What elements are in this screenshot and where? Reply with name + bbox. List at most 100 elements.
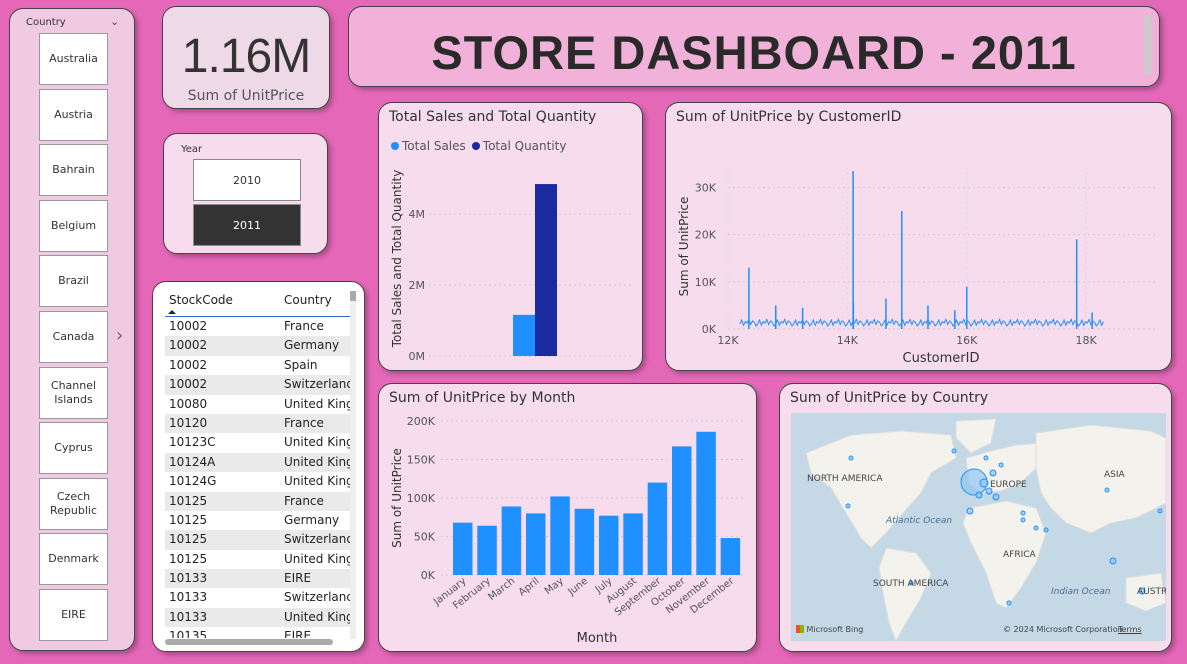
table-row[interactable]: 10125 France [165, 491, 350, 511]
y-tick-label: 10K [695, 276, 717, 289]
chart-title: Sum of UnitPrice by Country [790, 390, 989, 406]
horizontal-scrollbar[interactable] [165, 639, 333, 645]
cell-stockcode: 10002 [169, 319, 208, 333]
cell-country: Spain [284, 357, 318, 372]
column-header-country[interactable]: Country [284, 290, 350, 316]
x-tick-label: May [543, 576, 566, 597]
map-label-indian: Indian Ocean [1051, 587, 1111, 597]
table-row[interactable]: 10123C United Kingdom [165, 433, 350, 452]
cell-country: EIRE [284, 571, 312, 586]
table-row[interactable]: 10002 Switzerland [165, 375, 350, 395]
world-map[interactable]: NORTH AMERICA EUROPE ASIA AFRICA SOUTH A… [791, 413, 1166, 641]
cell-stockcode: 10002 [169, 338, 208, 353]
bar-april [526, 513, 546, 575]
table-row[interactable]: 10080 United Kingdom [165, 395, 350, 414]
cell-country: United Kingdom [284, 454, 350, 469]
cell-country: France [284, 415, 324, 430]
map-label-australia: AUSTR [1137, 587, 1166, 597]
cell-country: France [284, 493, 324, 508]
country-option[interactable]: Austria [39, 88, 108, 141]
kpi-value: 1.16M [181, 30, 311, 83]
cell-country: United Kingdom [284, 474, 350, 489]
table-row[interactable]: 10125 Switzerland [165, 530, 350, 550]
table-row[interactable]: 10002 France [165, 317, 350, 336]
cell-stockcode: 10123C [169, 435, 216, 450]
bar-february [477, 525, 497, 575]
y-axis-label: Sum of UnitPrice [677, 197, 691, 297]
year-slicer-header: Year [181, 144, 203, 155]
country-option[interactable]: Bahrain [39, 144, 108, 197]
cell-country: United Kingdom [284, 396, 350, 411]
cell-stockcode: 10080 [169, 396, 208, 411]
country-option[interactable]: Czech Republic [39, 477, 108, 530]
kpi-card: 1.16M Sum of UnitPrice [162, 6, 330, 109]
x-axis-label: Month [577, 631, 618, 646]
cell-country: Germany [284, 512, 340, 527]
table-row[interactable]: 10120 France [165, 413, 350, 434]
table-row[interactable]: 10124A United Kingdom [165, 452, 350, 473]
country-option[interactable]: Belgium [39, 199, 108, 252]
y-axis-label: Sum of UnitPrice [390, 448, 404, 548]
table-row[interactable]: 10002 Germany [165, 336, 350, 356]
map-label-south-america: SOUTH AMERICA [873, 579, 949, 589]
year-option-2011[interactable]: 2011 [193, 204, 301, 246]
map-terms-link[interactable]: Terms [1118, 625, 1142, 634]
country-option[interactable]: Canada [39, 311, 108, 363]
table-row[interactable]: 10133 EIRE [165, 569, 350, 589]
y-tick-label: 150K [407, 454, 436, 467]
map-label-europe: EUROPE [990, 480, 1027, 490]
table-body: StockCode Country 10002 France 10002 German… [165, 290, 350, 638]
cell-stockcode: 10133 [169, 609, 208, 624]
country-option[interactable]: Channel Islands [39, 366, 108, 419]
table-row[interactable]: 10135 EIRE [165, 627, 350, 638]
y-tick-label: 0M [409, 350, 426, 363]
title-scrollbar[interactable] [1144, 15, 1151, 75]
table-row[interactable]: 10124G United Kingdom [165, 472, 350, 491]
bar-total-sales [513, 314, 535, 356]
x-tick-label: June [566, 576, 591, 599]
country-option[interactable]: Denmark [39, 533, 108, 586]
year-slicer: Year 2010 2011 [163, 133, 328, 254]
y-tick-label: 30K [695, 182, 717, 195]
cell-stockcode: 10125 [169, 551, 208, 566]
title-banner: STORE DASHBOARD - 2011 [348, 6, 1160, 87]
bar-august [623, 513, 643, 575]
table-row[interactable]: 10125 United Kingdom [165, 550, 350, 569]
sort-ascending-icon [168, 310, 176, 314]
x-tick-label: 16K [956, 334, 978, 347]
cell-stockcode: 10120 [169, 415, 208, 430]
cell-stockcode: 10133 [169, 590, 208, 605]
map-label-asia: ASIA [1104, 470, 1125, 480]
table-row[interactable]: 10133 Switzerland [165, 588, 350, 607]
y-tick-label: 4M [409, 208, 426, 221]
year-option-2010[interactable]: 2010 [193, 159, 301, 201]
cell-country: Switzerland [284, 377, 350, 392]
x-tick-label: 14K [837, 334, 859, 347]
cell-stockcode: 10125 [169, 493, 208, 508]
x-axis-label: CustomerID [903, 351, 980, 366]
vertical-scrollbar[interactable] [350, 291, 356, 639]
scroll-thumb[interactable] [350, 291, 356, 301]
customer-unitprice-chart: Sum of UnitPrice by CustomerID 0K 10K 20K 3… [665, 102, 1172, 371]
table-row[interactable]: 10002 Spain [165, 356, 350, 375]
chevron-right-icon[interactable]: › [116, 325, 123, 346]
cell-country: Switzerland [284, 532, 350, 547]
chevron-down-icon[interactable]: ⌄ [110, 15, 119, 28]
y-tick-label: 50K [414, 531, 436, 544]
cell-stockcode: 10125 [169, 532, 208, 547]
country-slicer-header: Country [26, 17, 66, 28]
y-tick-label: 200K [407, 415, 436, 428]
cell-country: France [284, 319, 324, 333]
cell-country: United Kingdom [284, 551, 350, 566]
table-row[interactable]: 10125 Germany [165, 511, 350, 530]
cell-stockcode: 10002 [169, 377, 208, 392]
bar-january [453, 522, 473, 575]
country-option[interactable]: Brazil [39, 255, 108, 308]
column-header-stockcode[interactable]: StockCode [165, 290, 284, 316]
table-row[interactable]: 10133 United Kingdom [165, 607, 350, 628]
country-option[interactable]: EIRE [39, 589, 108, 641]
cell-stockcode: 10124G [169, 474, 217, 489]
kpi-label: Sum of UnitPrice [187, 88, 305, 104]
country-option[interactable]: Cyprus [39, 422, 108, 475]
country-option[interactable]: Australia [39, 33, 108, 85]
